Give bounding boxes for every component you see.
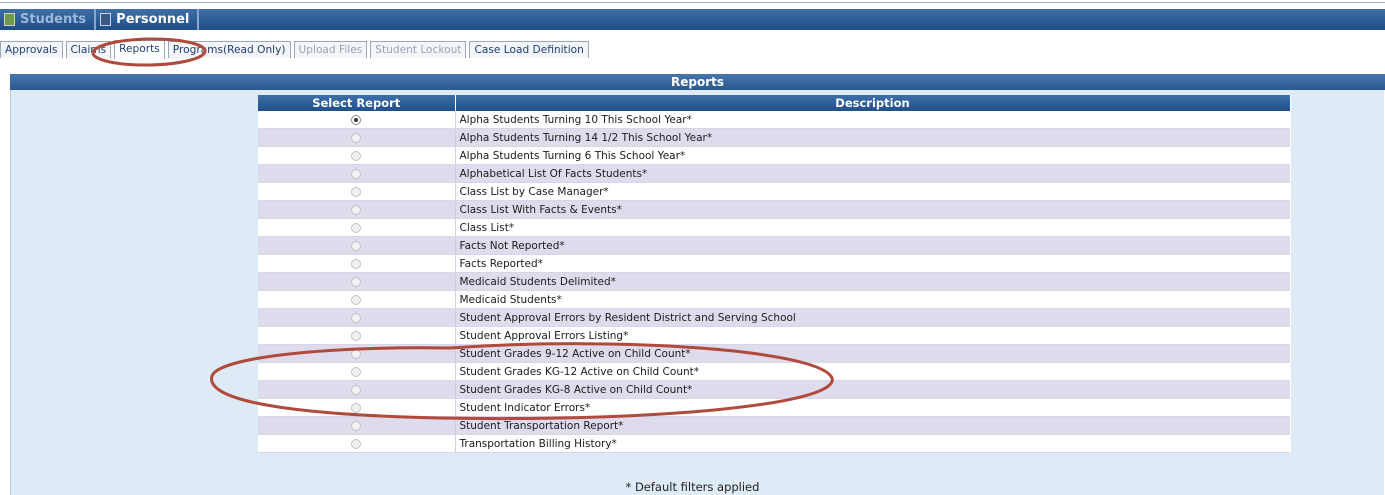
table-row[interactable]: Class List With Facts & Events* bbox=[258, 200, 1290, 219]
report-radio-button[interactable] bbox=[351, 348, 362, 359]
report-radio-button[interactable] bbox=[351, 276, 362, 287]
report-description: Alphabetical List Of Facts Students* bbox=[455, 164, 1290, 183]
tab-approvals[interactable]: Approvals bbox=[0, 41, 63, 58]
column-header-description: Description bbox=[455, 95, 1291, 111]
table-header-row: Select Report Description bbox=[258, 95, 1291, 111]
person-icon bbox=[100, 13, 112, 26]
select-report-cell bbox=[258, 272, 456, 291]
table-row[interactable]: Class List by Case Manager* bbox=[258, 182, 1290, 201]
tab-case-load-definition[interactable]: Case Load Definition bbox=[469, 41, 589, 58]
select-report-cell bbox=[258, 182, 456, 201]
table-row[interactable]: Alpha Students Turning 14 1/2 This Schoo… bbox=[258, 128, 1290, 147]
default-filters-footnote: * Default filters applied bbox=[625, 480, 760, 494]
tab-student-lockout: Student Lockout bbox=[370, 41, 467, 58]
table-row[interactable]: Medicaid Students Delimited* bbox=[258, 272, 1290, 291]
table-row[interactable]: Student Indicator Errors* bbox=[258, 398, 1290, 417]
nav-personnel-label: Personnel bbox=[116, 12, 190, 27]
table-row[interactable]: Alphabetical List Of Facts Students* bbox=[258, 164, 1290, 183]
select-report-cell bbox=[258, 308, 456, 327]
select-report-cell bbox=[258, 200, 456, 219]
report-radio-button[interactable] bbox=[351, 366, 362, 377]
table-row[interactable]: Student Approval Errors Listing* bbox=[258, 326, 1290, 345]
tab-upload-files: Upload Files bbox=[293, 41, 368, 58]
report-radio-button[interactable] bbox=[351, 132, 362, 143]
table-row[interactable]: Student Transportation Report* bbox=[258, 416, 1290, 435]
select-report-cell bbox=[258, 236, 456, 255]
report-radio-button[interactable] bbox=[351, 420, 362, 431]
report-description: Student Approval Errors Listing* bbox=[455, 326, 1290, 345]
tab-programs-read-only[interactable]: Programs(Read Only) bbox=[167, 41, 291, 58]
select-report-cell bbox=[258, 416, 456, 435]
select-report-cell bbox=[258, 146, 456, 165]
report-radio-button[interactable] bbox=[351, 312, 362, 323]
report-radio-button[interactable] bbox=[351, 384, 362, 395]
nav-students[interactable]: Students bbox=[0, 9, 97, 30]
report-description: Transportation Billing History* bbox=[455, 434, 1290, 453]
table-row[interactable]: Facts Not Reported* bbox=[258, 236, 1290, 255]
reports-panel-header: Reports bbox=[10, 74, 1385, 90]
report-description: Alpha Students Turning 14 1/2 This Schoo… bbox=[455, 128, 1290, 147]
table-row[interactable]: Alpha Students Turning 10 This School Ye… bbox=[258, 111, 1290, 129]
table-row[interactable]: Student Grades KG-12 Active on Child Cou… bbox=[258, 362, 1290, 381]
report-description: Alpha Students Turning 10 This School Ye… bbox=[455, 111, 1290, 129]
report-radio-button[interactable] bbox=[351, 402, 362, 413]
table-row[interactable]: Student Approval Errors by Resident Dist… bbox=[258, 308, 1290, 327]
nav-personnel[interactable]: Personnel bbox=[96, 9, 200, 30]
report-description: Facts Reported* bbox=[455, 254, 1290, 273]
select-report-cell bbox=[258, 290, 456, 309]
report-description: Class List by Case Manager* bbox=[455, 182, 1290, 201]
report-description: Facts Not Reported* bbox=[455, 236, 1290, 255]
folder-icon bbox=[4, 13, 15, 26]
report-radio-button[interactable] bbox=[351, 294, 362, 305]
report-radio-button[interactable] bbox=[351, 114, 362, 125]
table-row[interactable]: Alpha Students Turning 6 This School Yea… bbox=[258, 146, 1290, 165]
report-radio-button[interactable] bbox=[351, 438, 362, 449]
report-description: Class List* bbox=[455, 218, 1290, 237]
top-border-line bbox=[0, 2, 1385, 3]
select-report-cell bbox=[258, 362, 456, 381]
table-row[interactable]: Facts Reported* bbox=[258, 254, 1290, 273]
report-description: Medicaid Students* bbox=[455, 290, 1290, 309]
report-radio-button[interactable] bbox=[351, 330, 362, 341]
select-report-cell bbox=[258, 164, 456, 183]
report-radio-button[interactable] bbox=[351, 168, 362, 179]
report-description: Student Grades KG-8 Active on Child Coun… bbox=[455, 380, 1290, 399]
select-report-cell bbox=[258, 398, 456, 417]
report-radio-button[interactable] bbox=[351, 240, 362, 251]
report-description: Student Transportation Report* bbox=[455, 416, 1290, 435]
select-report-cell bbox=[258, 326, 456, 345]
report-radio-button[interactable] bbox=[351, 150, 362, 161]
report-description: Student Indicator Errors* bbox=[455, 398, 1290, 417]
select-report-cell bbox=[258, 128, 456, 147]
report-description: Student Approval Errors by Resident Dist… bbox=[455, 308, 1290, 327]
report-description: Student Grades 9-12 Active on Child Coun… bbox=[455, 344, 1290, 363]
report-radio-button[interactable] bbox=[351, 222, 362, 233]
reports-table: Select Report Description Alpha Students… bbox=[258, 95, 1291, 453]
tab-bar: Approvals Claims Reports Programs(Read O… bbox=[0, 40, 592, 60]
nav-students-label: Students bbox=[20, 12, 87, 27]
report-description: Medicaid Students Delimited* bbox=[455, 272, 1290, 291]
table-row[interactable]: Student Grades KG-8 Active on Child Coun… bbox=[258, 380, 1290, 399]
tab-claims[interactable]: Claims bbox=[65, 41, 112, 58]
select-report-cell bbox=[258, 218, 456, 237]
report-description: Student Grades KG-12 Active on Child Cou… bbox=[455, 362, 1290, 381]
report-radio-button[interactable] bbox=[351, 186, 362, 197]
report-radio-button[interactable] bbox=[351, 204, 362, 215]
report-description: Class List With Facts & Events* bbox=[455, 200, 1290, 219]
table-row[interactable]: Class List* bbox=[258, 218, 1290, 237]
report-radio-button[interactable] bbox=[351, 258, 362, 269]
column-header-select-report: Select Report bbox=[258, 95, 456, 111]
select-report-cell bbox=[258, 254, 456, 273]
select-report-cell bbox=[258, 344, 456, 363]
select-report-cell bbox=[258, 111, 456, 129]
report-description: Alpha Students Turning 6 This School Yea… bbox=[455, 146, 1290, 165]
select-report-cell bbox=[258, 434, 456, 453]
tab-reports[interactable]: Reports bbox=[114, 40, 165, 59]
table-row[interactable]: Student Grades 9-12 Active on Child Coun… bbox=[258, 344, 1290, 363]
table-row[interactable]: Transportation Billing History* bbox=[258, 434, 1290, 453]
table-row[interactable]: Medicaid Students* bbox=[258, 290, 1290, 309]
select-report-cell bbox=[258, 380, 456, 399]
top-navigation-bar: Students Personnel bbox=[0, 9, 1385, 30]
